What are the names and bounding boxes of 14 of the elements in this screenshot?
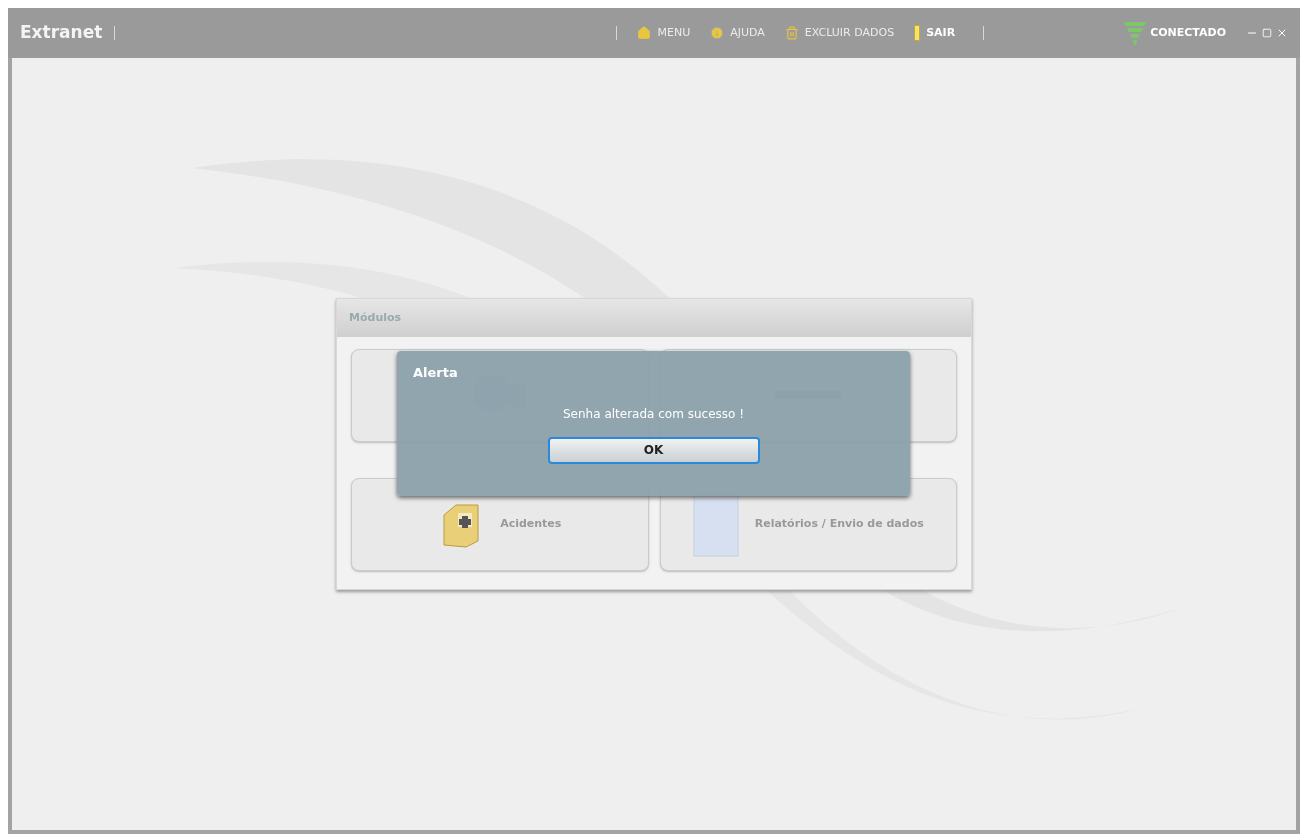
menu-button[interactable]: SAIR	[914, 24, 956, 42]
connection-status: CONECTADO	[1150, 24, 1226, 41]
signal-icon	[1124, 20, 1147, 46]
door-icon	[914, 25, 921, 41]
ok-button[interactable]: OK	[547, 436, 760, 464]
maximize-button[interactable]	[1262, 28, 1272, 38]
panel-title: Módulos	[349, 309, 402, 326]
alert-message: Senha alterada com sucesso !	[563, 405, 744, 423]
trash-icon	[784, 26, 799, 40]
app-title: Extranet	[20, 21, 103, 45]
dialog-title: Alerta	[413, 364, 459, 382]
info-icon	[710, 26, 725, 40]
close-button[interactable]	[1276, 27, 1288, 39]
home-icon	[637, 26, 652, 40]
